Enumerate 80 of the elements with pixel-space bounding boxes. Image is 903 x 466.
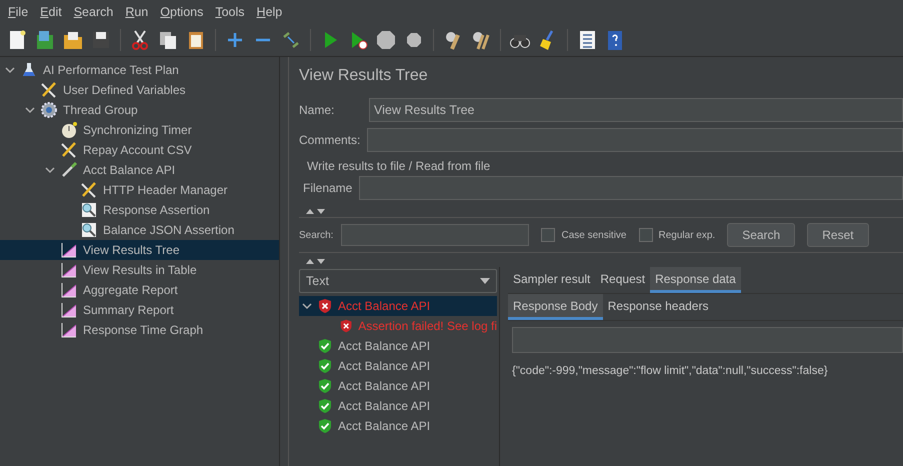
check-shield-icon bbox=[317, 358, 333, 374]
wrench-icon bbox=[40, 81, 58, 99]
check-shield-icon bbox=[317, 418, 333, 434]
checkbox[interactable] bbox=[638, 228, 652, 242]
menu-item[interactable]: Search bbox=[68, 5, 120, 19]
tree-item[interactable]: User Defined Variables bbox=[0, 80, 279, 100]
tree-item[interactable]: Response Assertion bbox=[0, 200, 279, 220]
chart-icon bbox=[60, 241, 78, 259]
dropdown-caret-icon[interactable] bbox=[480, 278, 490, 284]
check-shield-icon bbox=[317, 338, 333, 354]
magnifier-icon bbox=[80, 201, 98, 219]
stopwatch-icon bbox=[60, 121, 78, 139]
tree-item[interactable]: Response Time Graph bbox=[0, 320, 279, 340]
reset-button[interactable]: Reset bbox=[807, 223, 869, 247]
chart-icon bbox=[60, 301, 78, 319]
result-item[interactable]: Acct Balance API bbox=[299, 376, 497, 396]
search-button[interactable]: Search bbox=[727, 223, 796, 247]
tree-item[interactable]: Repay Account CSV bbox=[0, 140, 279, 160]
open-folder-icon[interactable] bbox=[62, 29, 84, 51]
checkbox[interactable] bbox=[541, 228, 556, 242]
menu-item[interactable]: File bbox=[2, 5, 34, 19]
save-icon[interactable] bbox=[90, 29, 112, 51]
pipette-icon bbox=[60, 161, 78, 179]
chart-icon bbox=[60, 321, 78, 339]
tab[interactable]: Response headers bbox=[602, 294, 714, 320]
result-item[interactable]: Acct Balance API bbox=[299, 396, 497, 416]
name-field[interactable]: View Results Tree bbox=[369, 98, 903, 122]
result-item[interactable]: Acct Balance API bbox=[299, 336, 497, 356]
tree-item[interactable]: Aggregate Report bbox=[0, 280, 279, 300]
tab[interactable]: Response data bbox=[650, 267, 741, 293]
response-search-field[interactable] bbox=[512, 327, 903, 353]
wrench-icon bbox=[80, 181, 98, 199]
error-shield-icon bbox=[317, 298, 333, 314]
menu-item[interactable]: Edit bbox=[34, 5, 68, 19]
check-shield-icon bbox=[317, 378, 333, 394]
filename-field[interactable] bbox=[359, 176, 903, 200]
chart-icon bbox=[60, 261, 78, 279]
result-item[interactable]: Acct Balance API bbox=[299, 416, 497, 436]
cut-icon[interactable] bbox=[129, 29, 151, 51]
tab[interactable]: Response Body bbox=[508, 294, 603, 320]
check-shield-icon bbox=[317, 398, 333, 414]
filename-label: Filename bbox=[303, 181, 353, 195]
tree-item[interactable]: Summary Report bbox=[0, 300, 279, 320]
result-item[interactable]: Acct Balance API bbox=[299, 356, 497, 376]
tree-item[interactable]: Acct Balance API bbox=[0, 160, 279, 180]
tab[interactable]: Request bbox=[595, 267, 650, 293]
tree-item[interactable]: Balance JSON Assertion bbox=[0, 220, 279, 240]
menu-item[interactable]: Tools bbox=[209, 5, 251, 19]
chart-icon bbox=[60, 281, 78, 299]
tree-item[interactable]: Synchronizing Timer bbox=[0, 120, 279, 140]
response-body-text: {"code":-999,"message":"flow limit","data":null,"success":false} bbox=[512, 365, 829, 377]
gear-icon bbox=[40, 101, 58, 119]
name-label: Name: bbox=[299, 103, 336, 117]
search-label: Search: bbox=[299, 230, 334, 240]
wrench-icon bbox=[60, 141, 78, 159]
search-field[interactable] bbox=[341, 224, 530, 246]
comments-field[interactable] bbox=[367, 128, 903, 152]
result-item[interactable]: Acct Balance API bbox=[299, 296, 497, 316]
menu-item[interactable]: Help bbox=[250, 5, 288, 19]
checkbox-label: Regular exp. bbox=[658, 230, 716, 240]
splitter-arrows-icon[interactable] bbox=[305, 207, 327, 215]
renderer-dropdown[interactable]: Text bbox=[299, 269, 497, 293]
tree-item[interactable]: HTTP Header Manager bbox=[0, 180, 279, 200]
tree-item[interactable]: AI Performance Test Plan bbox=[0, 60, 279, 80]
tree-item[interactable]: Thread Group bbox=[0, 100, 279, 120]
group-title: Write results to file / Read from file bbox=[307, 159, 492, 173]
copy-icon[interactable] bbox=[157, 29, 179, 51]
tab[interactable]: Sampler result bbox=[508, 267, 596, 293]
splitter-arrows-icon[interactable] bbox=[305, 257, 327, 265]
tree-item[interactable]: View Results in Table bbox=[0, 260, 279, 280]
comments-label: Comments: bbox=[299, 133, 361, 147]
menu-item[interactable]: Options bbox=[154, 5, 210, 19]
error-shield-icon bbox=[339, 318, 354, 334]
checkbox-label: Case sensitive bbox=[561, 230, 626, 240]
magnifier-icon bbox=[80, 221, 98, 239]
flask-icon bbox=[20, 61, 38, 79]
tree-item[interactable]: View Results Tree bbox=[0, 240, 279, 260]
panel-title: View Results Tree bbox=[299, 67, 429, 85]
stop-icon[interactable] bbox=[375, 29, 397, 51]
menu-item[interactable]: Run bbox=[119, 5, 154, 19]
